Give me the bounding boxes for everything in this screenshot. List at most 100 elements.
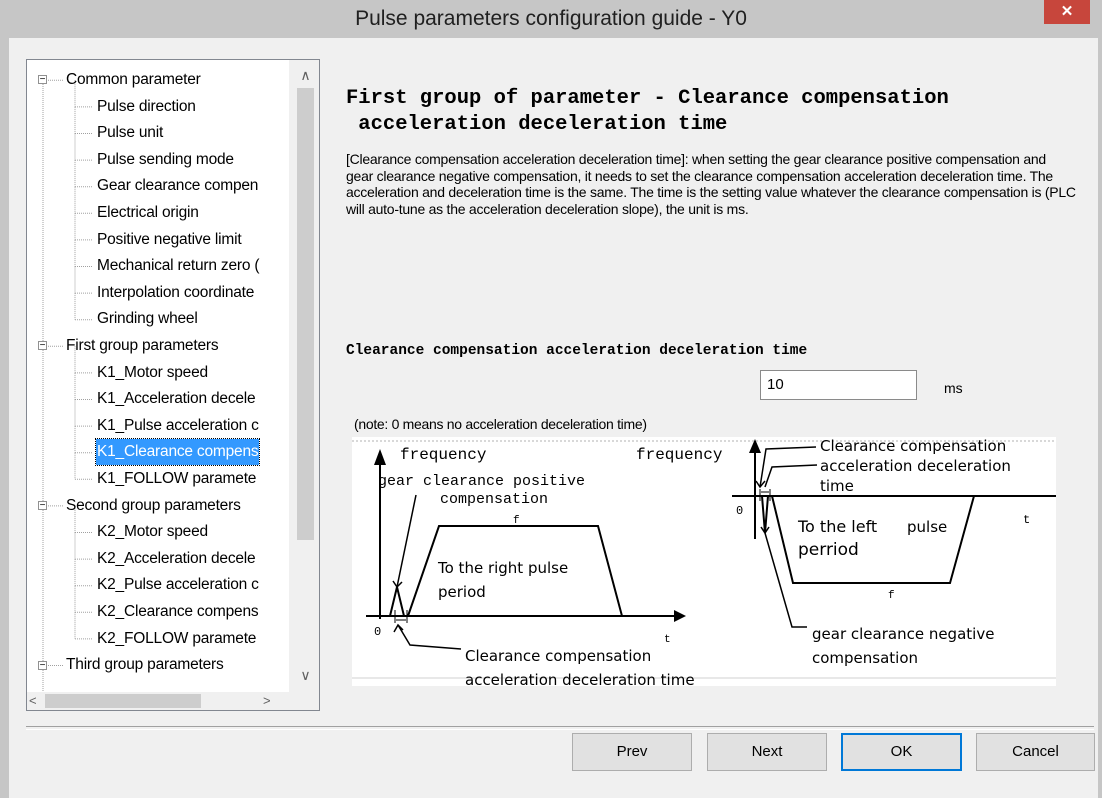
collapse-icon[interactable]: −: [38, 500, 47, 510]
tree-item[interactable]: Pulse unit: [96, 120, 164, 146]
window-frame-right: [1098, 38, 1102, 798]
page-heading: First group of parameter - Clearance com…: [346, 87, 949, 136]
tree-group[interactable]: Third group parameters: [65, 652, 225, 678]
tree-item[interactable]: K2_Clearance compens: [96, 599, 259, 625]
tree-item-label: K2_Pulse acceleration c: [97, 576, 259, 594]
tree-item-label: K2_Clearance compens: [97, 603, 259, 620]
tree-item-label: K1_Clearance compens: [94, 438, 261, 467]
tree-item[interactable]: K2_Motor speed: [96, 519, 209, 545]
compensation-time-input[interactable]: 10: [760, 370, 917, 400]
tree-item-label: First group parameters: [66, 337, 219, 354]
tree-item-label: K1_FOLLOW paramete: [97, 470, 257, 487]
tree-item-label: Electrical origin: [97, 204, 199, 221]
left-bottom-label: Clearance compensation: [465, 647, 651, 665]
prev-button[interactable]: Prev: [572, 733, 692, 771]
vertical-scroll-thumb[interactable]: [297, 88, 314, 540]
tree-item-label: K1_Motor speed: [97, 363, 208, 381]
tree-item[interactable]: K2_FOLLOW paramete: [96, 626, 257, 652]
scroll-down-icon[interactable]: ∨: [297, 666, 314, 684]
right-top-label: Clearance compensation: [820, 437, 1006, 455]
ok-button[interactable]: OK: [841, 733, 962, 771]
left-pulse-period-label: To the left: [797, 517, 877, 536]
right-t-mark: t: [1023, 513, 1030, 527]
close-icon: ✕: [1060, 3, 1074, 20]
left-pulse-period-label-pulse: pulse: [907, 518, 947, 536]
next-button[interactable]: Next: [707, 733, 827, 771]
tree-item[interactable]: Gear clearance compen: [96, 173, 259, 199]
tree-group[interactable]: Second group parameters: [65, 493, 242, 519]
tree-item-label: Gear clearance compen: [97, 177, 259, 195]
tree-item-label: K1_Pulse acceleration c: [97, 416, 259, 434]
left-f-mark: f: [513, 515, 520, 527]
tree-item-label: Common parameter: [66, 71, 201, 88]
negative-compensation-label: gear clearance negative: [812, 625, 994, 643]
button-separator: [26, 726, 1094, 730]
tree-item[interactable]: Pulse direction: [96, 94, 197, 120]
tree-item-label: Pulse sending mode: [97, 150, 234, 168]
tree-item[interactable]: Interpolation coordinate: [96, 280, 255, 306]
left-y-axis-label: frequency: [400, 446, 487, 464]
close-button[interactable]: ✕: [1044, 0, 1090, 24]
tree-item-label: Pulse direction: [97, 97, 196, 115]
scrollbar-corner: [289, 692, 319, 710]
tree-horizontal-scrollbar[interactable]: < >: [27, 692, 290, 710]
left-origin-label: 0: [374, 625, 381, 639]
tree-item[interactable]: Pulse sending mode: [96, 147, 235, 173]
tree-item-label: Third group parameters: [66, 656, 224, 674]
right-top-label-2: acceleration deceleration: [820, 457, 1011, 475]
tree-vertical-scrollbar[interactable]: ∧ ∨: [289, 60, 319, 694]
tree-item-label: Pulse unit: [97, 124, 164, 142]
right-pulse-period-label: To the right pulse: [437, 559, 568, 577]
tree-item-label: Interpolation coordinate: [97, 283, 255, 301]
right-pulse-period-label-2: period: [438, 583, 486, 601]
dialog-window: Pulse parameters configuration guide - Y…: [0, 0, 1102, 798]
tree-item[interactable]: K1_Clearance compens: [94, 438, 261, 467]
tree-item-label: Second group parameters: [66, 496, 241, 514]
parameter-description: [Clearance compensation acceleration dec…: [346, 151, 1076, 217]
tree-item[interactable]: Positive negative limit: [96, 227, 242, 253]
window-title: Pulse parameters configuration guide - Y…: [355, 7, 747, 30]
tree-item-label: K1_Acceleration decele: [97, 390, 256, 408]
tree-item[interactable]: K2_Pulse acceleration c: [96, 572, 260, 598]
scroll-left-icon[interactable]: <: [29, 692, 43, 710]
tree-item[interactable]: K2_Acceleration decele: [96, 546, 256, 572]
scroll-up-icon[interactable]: ∧: [297, 66, 314, 84]
tree-item[interactable]: Mechanical return zero (: [96, 253, 260, 279]
tree-group[interactable]: First group parameters: [65, 333, 219, 359]
timing-diagram: frequency gear clearance positive compen…: [352, 437, 1056, 686]
window-frame-left: [0, 38, 9, 798]
time-field-label: Clearance compensation acceleration dece…: [346, 343, 808, 359]
scroll-right-icon[interactable]: >: [263, 692, 277, 710]
right-f-mark: f: [888, 590, 895, 602]
right-origin-label: 0: [736, 504, 743, 518]
positive-compensation-label-2: compensation: [440, 491, 548, 508]
collapse-icon[interactable]: −: [38, 75, 47, 85]
negative-compensation-label-2: compensation: [812, 649, 918, 667]
left-t-mark: t: [664, 634, 671, 646]
parameter-tree[interactable]: Common parameter − Pulse direction Pulse un…: [26, 59, 320, 711]
tree-item[interactable]: K1_FOLLOW paramete: [96, 466, 257, 492]
tree-item-label: K2_FOLLOW paramete: [97, 629, 257, 647]
tree-item-label: Mechanical return zero (: [97, 257, 260, 275]
note-text: (note: 0 means no acceleration decelerat…: [354, 416, 647, 432]
tree-item-label: Grinding wheel: [97, 310, 198, 328]
tree-item[interactable]: K1_Acceleration decele: [96, 386, 256, 412]
title-bar: Pulse parameters configuration guide - Y…: [0, 0, 1102, 38]
right-y-axis-label: frequency: [636, 446, 723, 464]
cancel-button[interactable]: Cancel: [976, 733, 1095, 771]
collapse-icon[interactable]: −: [38, 660, 47, 670]
collapse-icon[interactable]: −: [38, 341, 47, 351]
left-pulse-period-label-2: perriod: [798, 540, 859, 560]
horizontal-scroll-thumb[interactable]: [45, 694, 201, 708]
tree-group[interactable]: Common parameter: [65, 67, 202, 93]
tree-item-label: K2_Acceleration decele: [97, 549, 256, 567]
unit-label: ms: [944, 380, 963, 396]
tree-item-label: K2_Motor speed: [97, 523, 208, 541]
tree-item[interactable]: Grinding wheel: [96, 306, 199, 332]
tree-item-label: Positive negative limit: [97, 230, 242, 248]
tree-item[interactable]: Electrical origin: [96, 200, 200, 226]
left-bottom-label-2: acceleration deceleration time: [465, 671, 695, 686]
tree-item[interactable]: K1_Pulse acceleration c: [96, 413, 260, 439]
tree-item[interactable]: K1_Motor speed: [96, 360, 209, 386]
positive-compensation-label: gear clearance positive: [378, 473, 585, 490]
